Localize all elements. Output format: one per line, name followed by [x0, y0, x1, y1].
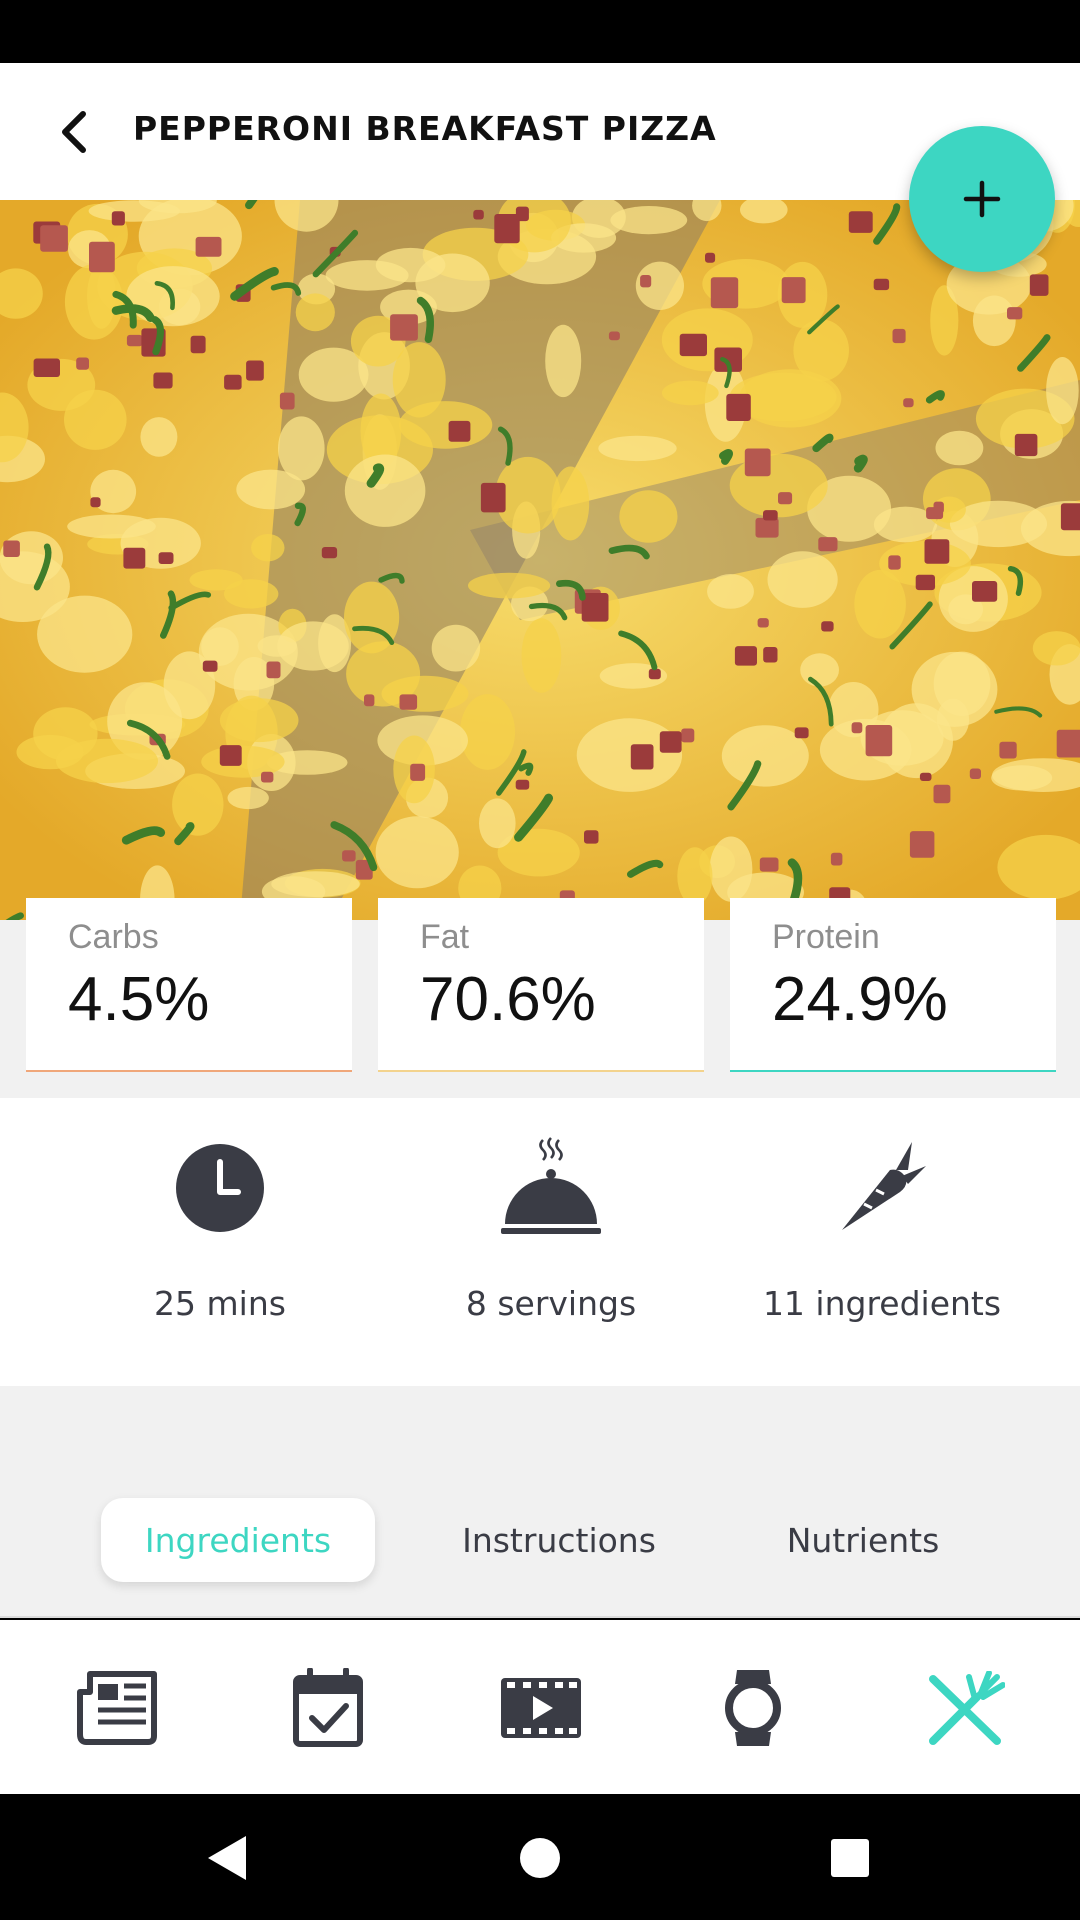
- video-icon: [501, 1678, 581, 1738]
- stat-servings: 8 servings: [401, 1134, 701, 1323]
- clock-icon: [176, 1144, 264, 1232]
- stat-label: 25 mins: [154, 1284, 286, 1323]
- macro-bar: [730, 1070, 1056, 1072]
- bottom-nav: [0, 1620, 1080, 1794]
- system-back-button[interactable]: [194, 1826, 258, 1890]
- nav-item-news[interactable]: [72, 1666, 162, 1750]
- macro-label: Protein: [772, 918, 880, 956]
- page-title: PEPPERONI BREAKFAST PIZZA: [133, 109, 717, 148]
- back-triangle-icon: [208, 1836, 246, 1880]
- system-home-button[interactable]: [508, 1826, 572, 1890]
- status-bar: [0, 0, 1080, 63]
- back-button[interactable]: [42, 99, 108, 165]
- add-button[interactable]: [909, 126, 1055, 272]
- nav-item-devices[interactable]: [708, 1666, 798, 1750]
- macro-card-fat: Fat 70.6%: [378, 898, 704, 1072]
- nav-item-recipes[interactable]: [920, 1666, 1010, 1750]
- recipe-photo: [0, 200, 1080, 920]
- macro-card-protein: Protein 24.9%: [730, 898, 1056, 1072]
- stat-time: 25 mins: [70, 1134, 370, 1323]
- carrot-icon: [842, 1142, 926, 1230]
- home-circle-icon: [520, 1838, 560, 1878]
- watch-icon: [725, 1670, 781, 1746]
- macro-label: Carbs: [68, 918, 159, 956]
- macro-card-carbs: Carbs 4.5%: [26, 898, 352, 1072]
- nav-item-videos[interactable]: [496, 1666, 586, 1750]
- macro-value: 70.6%: [420, 965, 596, 1034]
- newspaper-icon: [77, 1671, 157, 1745]
- recents-square-icon: [831, 1839, 869, 1877]
- plus-icon: [963, 180, 1001, 218]
- system-recents-button[interactable]: [818, 1826, 882, 1890]
- macro-bar: [378, 1070, 704, 1072]
- system-navigation-bar: [0, 1794, 1080, 1920]
- macro-value: 24.9%: [772, 965, 948, 1034]
- stat-label: 11 ingredients: [762, 1284, 1002, 1323]
- tab-instructions[interactable]: Instructions: [440, 1498, 678, 1582]
- stat-label: 8 servings: [465, 1284, 637, 1323]
- macro-value: 4.5%: [68, 965, 210, 1034]
- recipe-tabs: Ingredients Instructions Nutrients: [0, 1386, 1080, 1618]
- recipe-stats: 25 mins 8 servings 11 ingredients: [0, 1098, 1080, 1386]
- macro-label: Fat: [420, 918, 470, 956]
- calendar-check-icon: [293, 1668, 363, 1747]
- tab-ingredients[interactable]: Ingredients: [101, 1498, 375, 1582]
- macro-strip: Carbs 4.5% Fat 70.6% Protein 24.9%: [0, 898, 1080, 1098]
- utensils-icon: [929, 1671, 1005, 1745]
- tab-nutrients[interactable]: Nutrients: [760, 1498, 966, 1582]
- nav-item-planner[interactable]: [283, 1666, 373, 1750]
- cloche-icon: [501, 1137, 601, 1234]
- macro-bar: [26, 1070, 352, 1072]
- stat-ingredients: 11 ingredients: [732, 1134, 1032, 1323]
- chevron-left-icon: [62, 111, 86, 153]
